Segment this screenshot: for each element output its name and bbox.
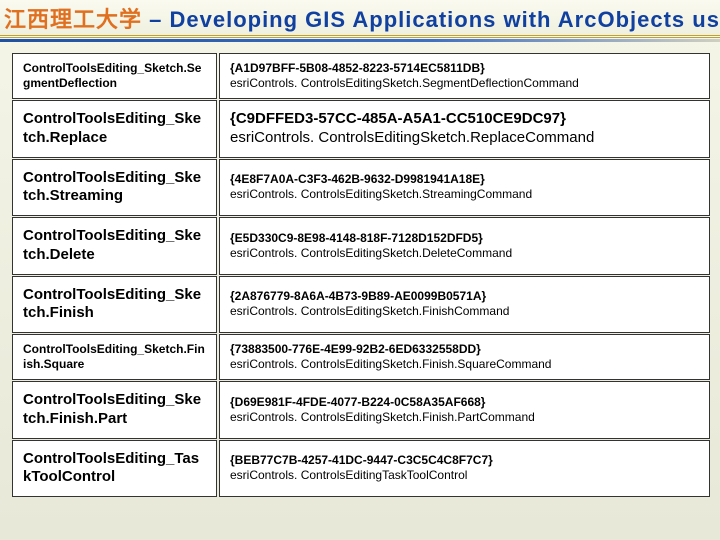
- command-details-cell: {4E8F7A0A-C3F3-462B-9632-D9981941A18E}es…: [219, 159, 710, 217]
- slide-header: 江西理工大学 – Developing GIS Applications wit…: [0, 0, 720, 38]
- table-row: ControlToolsEditing_Sketch.Finish{2A8767…: [12, 276, 710, 334]
- table-row: ControlToolsEditing_Sketch.Finish.Part{D…: [12, 381, 710, 439]
- command-name-cell: ControlToolsEditing_Sketch.Finish.Square: [12, 334, 217, 380]
- command-class: esriControls. ControlsEditingSketch.Fini…: [230, 410, 699, 425]
- command-details-cell: {C9DFFED3-57CC-485A-A5A1-CC510CE9DC97}es…: [219, 100, 710, 158]
- table-row: ControlToolsEditing_Sketch.Finish.Square…: [12, 334, 710, 380]
- command-class: esriControls. ControlsEditingSketch.Segm…: [230, 76, 699, 91]
- command-guid: {A1D97BFF-5B08-4852-8223-5714EC5811DB}: [230, 61, 699, 76]
- commands-table: ControlToolsEditing_Sketch.SegmentDeflec…: [10, 52, 712, 498]
- command-guid: {D69E981F-4FDE-4077-B224-0C58A35AF668}: [230, 395, 699, 410]
- command-name-cell: ControlToolsEditing_Sketch.Replace: [12, 100, 217, 158]
- command-guid: {BEB77C7B-4257-41DC-9447-C3C5C4C8F7C7}: [230, 453, 699, 468]
- command-guid: {C9DFFED3-57CC-485A-A5A1-CC510CE9DC97}: [230, 110, 699, 129]
- command-details-cell: {BEB77C7B-4257-41DC-9447-C3C5C4C8F7C7}es…: [219, 440, 710, 498]
- command-class: esriControls. ControlsEditingSketch.Dele…: [230, 246, 699, 261]
- title-separator: –: [142, 7, 169, 32]
- title-text: Developing GIS Applications with ArcObje…: [169, 7, 720, 32]
- command-name-cell: ControlToolsEditing_Sketch.Finish.Part: [12, 381, 217, 439]
- command-class: esriControls. ControlsEditingSketch.Fini…: [230, 357, 699, 372]
- command-details-cell: {2A876779-8A6A-4B73-9B89-AE0099B0571A}es…: [219, 276, 710, 334]
- command-class: esriControls. ControlsEditingSketch.Repl…: [230, 129, 699, 148]
- command-class: esriControls. ControlsEditingSketch.Fini…: [230, 304, 699, 319]
- command-details-cell: {A1D97BFF-5B08-4852-8223-5714EC5811DB}es…: [219, 53, 710, 99]
- command-class: esriControls. ControlsEditingSketch.Stre…: [230, 187, 699, 202]
- table-row: ControlToolsEditing_Sketch.Replace{C9DFF…: [12, 100, 710, 158]
- command-name-cell: ControlToolsEditing_Sketch.Finish: [12, 276, 217, 334]
- command-name-cell: ControlToolsEditing_Sketch.SegmentDeflec…: [12, 53, 217, 99]
- command-details-cell: {D69E981F-4FDE-4077-B224-0C58A35AF668}es…: [219, 381, 710, 439]
- command-details-cell: {73883500-776E-4E99-92B2-6ED6332558DD}es…: [219, 334, 710, 380]
- command-details-cell: {E5D330C9-8E98-4148-818F-7128D152DFD5}es…: [219, 217, 710, 275]
- command-name-cell: ControlToolsEditing_Sketch.Streaming: [12, 159, 217, 217]
- table-row: ControlToolsEditing_Sketch.Streaming{4E8…: [12, 159, 710, 217]
- content-area: ControlToolsEditing_Sketch.SegmentDeflec…: [0, 38, 720, 506]
- command-guid: {E5D330C9-8E98-4148-818F-7128D152DFD5}: [230, 231, 699, 246]
- table-body: ControlToolsEditing_Sketch.SegmentDeflec…: [12, 53, 710, 497]
- command-guid: {73883500-776E-4E99-92B2-6ED6332558DD}: [230, 342, 699, 357]
- header-title: 江西理工大学 – Developing GIS Applications wit…: [4, 2, 720, 34]
- table-row: ControlToolsEditing_TaskToolControl{BEB7…: [12, 440, 710, 498]
- command-name-cell: ControlToolsEditing_TaskToolControl: [12, 440, 217, 498]
- command-guid: {2A876779-8A6A-4B73-9B89-AE0099B0571A}: [230, 289, 699, 304]
- table-row: ControlToolsEditing_Sketch.Delete{E5D330…: [12, 217, 710, 275]
- command-class: esriControls. ControlsEditingTaskToolCon…: [230, 468, 699, 483]
- table-row: ControlToolsEditing_Sketch.SegmentDeflec…: [12, 53, 710, 99]
- command-guid: {4E8F7A0A-C3F3-462B-9632-D9981941A18E}: [230, 172, 699, 187]
- university-name: 江西理工大学: [4, 7, 142, 32]
- command-name-cell: ControlToolsEditing_Sketch.Delete: [12, 217, 217, 275]
